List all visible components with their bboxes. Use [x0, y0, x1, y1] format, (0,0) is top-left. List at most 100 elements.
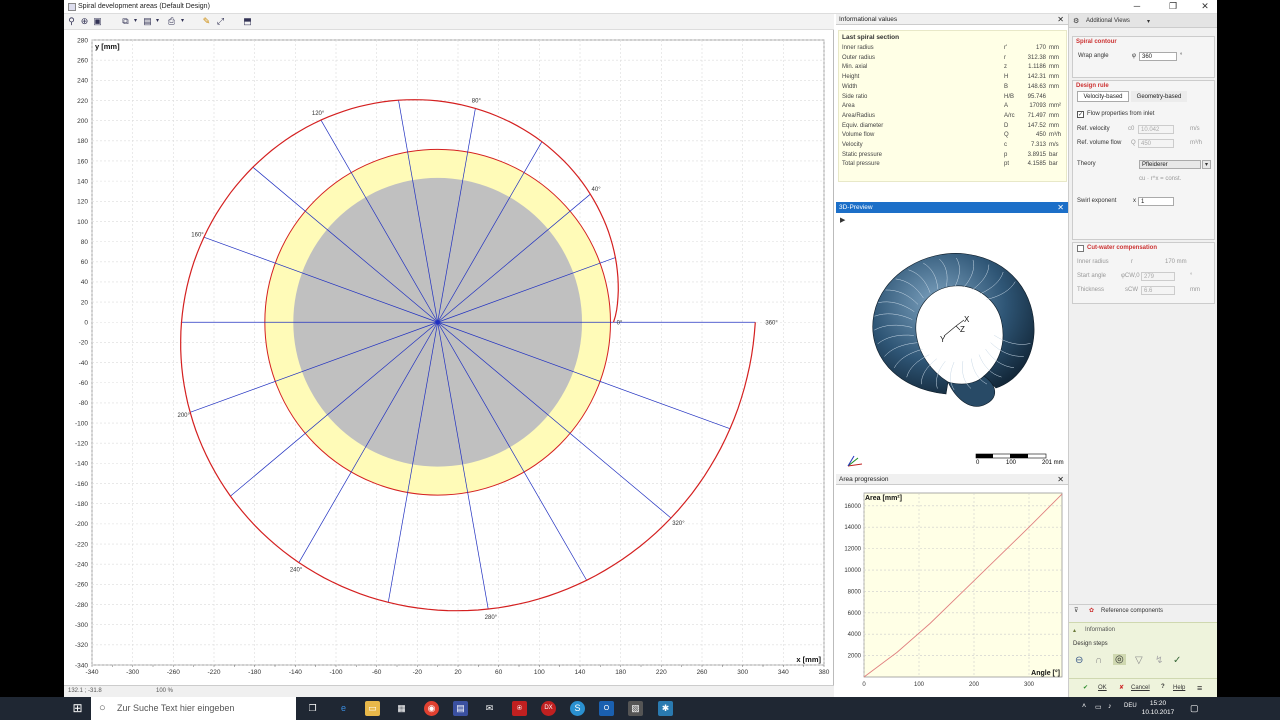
area-progression-chart[interactable]: 0 100 200 300 2000 4000 6000 8000 10000 12000 1400… [836, 487, 1068, 697]
info-panel-header: Informational values ✕ [836, 14, 1068, 25]
measure-icon[interactable]: ⤢ [215, 16, 226, 27]
step-spiral-icon[interactable]: ∩ [1095, 655, 1102, 666]
mail-icon[interactable]: ✉ [482, 701, 497, 716]
ref-velocity-input[interactable]: 10.042 [1138, 125, 1174, 134]
x-tick-label: 20 [454, 669, 462, 676]
print-icon[interactable]: ⎙ [166, 16, 177, 27]
windows-start-icon[interactable]: ⊞ [70, 701, 85, 716]
edit-icon[interactable]: ✎ [201, 16, 212, 27]
info-unit: bar [1049, 161, 1058, 168]
area-close-icon[interactable]: ✕ [1057, 474, 1064, 485]
ref-volume-input[interactable]: 450 [1138, 139, 1174, 148]
ok-button[interactable]: OK [1098, 685, 1107, 691]
step-inlet-icon[interactable]: ⊖ [1075, 655, 1083, 666]
flow-from-inlet-checkbox[interactable]: ✓ [1077, 111, 1084, 118]
tab-geometry-based[interactable]: Geometry-based [1131, 91, 1187, 102]
explorer-icon[interactable]: ▭ [365, 701, 380, 716]
step-check-icon[interactable]: ✓ [1173, 655, 1181, 666]
cutwater-group: Cut-water compensation Inner radius r 17… [1072, 242, 1215, 304]
spiral-chart-area[interactable]: -340 -300 -260 -220 -180 -140 -100 -60 -20 20 60 10… [64, 30, 834, 685]
additional-views-label: Additional Views [1086, 18, 1130, 24]
reference-components-row[interactable]: ⊽ ✿ Reference components [1069, 604, 1217, 617]
tray-chevron-icon[interactable]: ˄ [1082, 703, 1086, 710]
y-tick-label: -300 [75, 622, 88, 629]
volume-icon[interactable]: ♪ [1108, 703, 1112, 710]
chrome-icon[interactable]: ◉ [424, 701, 439, 716]
taskbar-search[interactable]: ○ Zur Suche Text hier eingeben [91, 697, 296, 720]
print-dropdown-icon[interactable]: ▾ [177, 16, 188, 27]
area-x-tick: 200 [969, 682, 980, 688]
save-dropdown-icon[interactable]: ▾ [152, 16, 163, 27]
tab-velocity-based[interactable]: Velocity-based [1077, 91, 1129, 102]
language-indicator[interactable]: DEU [1124, 703, 1137, 709]
y-tick-label: 280 [77, 37, 88, 44]
3d-preview-panel: 3D-Preview ✕ ▶ X Y Z 0 100 201 mm [836, 202, 1068, 472]
info-chevron-icon[interactable]: ▴ [1073, 627, 1076, 634]
zoom-fit-icon[interactable]: ⊕ [79, 16, 90, 27]
cutwater-checkbox[interactable] [1077, 245, 1084, 252]
angle-label: 0° [617, 320, 623, 326]
info-val: 3.8915 [1027, 151, 1046, 158]
edge-icon[interactable]: e [336, 701, 351, 716]
area-y-tick: 16000 [844, 504, 861, 510]
props-header[interactable]: ⚙ Additional Views ▾ [1069, 14, 1217, 28]
help-button[interactable]: Help [1173, 685, 1185, 691]
info-sym: pt [1004, 161, 1010, 168]
task-view-icon[interactable]: ❐ [305, 701, 320, 716]
close-icon[interactable]: ✕ [1194, 1, 1216, 12]
area-y-tick: 10000 [844, 568, 861, 574]
snow-app-icon[interactable]: ✱ [658, 701, 673, 716]
info-unit: mm [1049, 45, 1059, 51]
wrap-angle-input[interactable]: 360 [1139, 52, 1177, 61]
x-tick-label: -20 [413, 669, 423, 676]
restore-icon[interactable]: ❐ [1162, 1, 1184, 12]
menu-icon[interactable]: ≡ [1197, 683, 1202, 693]
right-black-border [1217, 0, 1280, 697]
step-development-icon[interactable]: ◎ [1113, 654, 1126, 665]
zoom-icon[interactable]: ⚲ [66, 16, 77, 27]
additional-views-dropdown-icon[interactable]: ▾ [1147, 18, 1150, 25]
copy-dropdown-icon[interactable]: ▾ [130, 16, 141, 27]
skype-icon[interactable]: S [570, 701, 585, 716]
cw-start-angle-symbol: φCW,0 [1121, 273, 1140, 279]
swirl-exponent-symbol: x [1133, 198, 1136, 204]
save-app-icon[interactable]: ▤ [453, 701, 468, 716]
cfturbo-active-icon[interactable]: ▧ [628, 701, 643, 716]
y-tick-label: -180 [75, 501, 88, 508]
step-diffuser-icon[interactable]: ▽ [1135, 655, 1143, 666]
swirl-exponent-label: Swirl exponent [1077, 198, 1117, 204]
cw-start-angle-input[interactable]: 279 [1141, 272, 1175, 281]
swirl-exponent-input[interactable]: 1 [1138, 197, 1174, 206]
ref-volume-unit: m³/h [1190, 140, 1202, 146]
3d-volute-preview[interactable]: X Y Z 0 100 201 mm [836, 214, 1068, 472]
network-icon[interactable]: ▭ [1095, 703, 1102, 711]
info-unit: mm [1049, 54, 1059, 61]
acrobat-icon[interactable]: ⍟ [512, 701, 527, 716]
dx-app-icon[interactable]: DX [541, 701, 556, 716]
store-icon[interactable]: ▦ [394, 701, 409, 716]
filter-icon[interactable]: ⊽ [1074, 607, 1078, 614]
outlook-icon[interactable]: O [599, 701, 614, 716]
cancel-button[interactable]: Cancel [1131, 685, 1150, 691]
info-sym: B [1004, 83, 1009, 90]
clock[interactable]: 15:20 10.10.2017 [1138, 699, 1178, 717]
ref-volume-label: Ref. volume flow [1077, 140, 1122, 146]
area-x-label: Angle [°] [1031, 669, 1060, 677]
export-icon[interactable]: ⬒ [242, 16, 253, 27]
y-tick-label: 20 [81, 299, 89, 306]
theory-select[interactable]: Pfleiderer [1139, 160, 1201, 169]
step-cutwater-icon[interactable]: ↯ [1155, 655, 1163, 666]
spiral-chart[interactable]: -340 -300 -260 -220 -180 -140 -100 -60 -20 20 60 10… [64, 30, 834, 685]
zoom-window-icon[interactable]: ▣ [92, 16, 103, 27]
info-close-icon[interactable]: ✕ [1057, 14, 1064, 25]
y-tick-label: 220 [77, 98, 88, 105]
center-point [435, 320, 440, 325]
theory-dropdown-icon[interactable]: ▾ [1202, 160, 1211, 169]
pin-icon[interactable]: ⚙ [1073, 17, 1079, 25]
angle-label: 320° [672, 521, 685, 527]
notification-icon[interactable]: ▢ [1190, 703, 1199, 714]
area-progression-panel: Area progression ✕ 0 100 200 300 2000 4000 600… [836, 474, 1068, 697]
preview-close-icon[interactable]: ✕ [1057, 202, 1064, 213]
cw-thickness-input[interactable]: 6.6 [1141, 286, 1175, 295]
minimize-icon[interactable]: ─ [1126, 1, 1148, 11]
